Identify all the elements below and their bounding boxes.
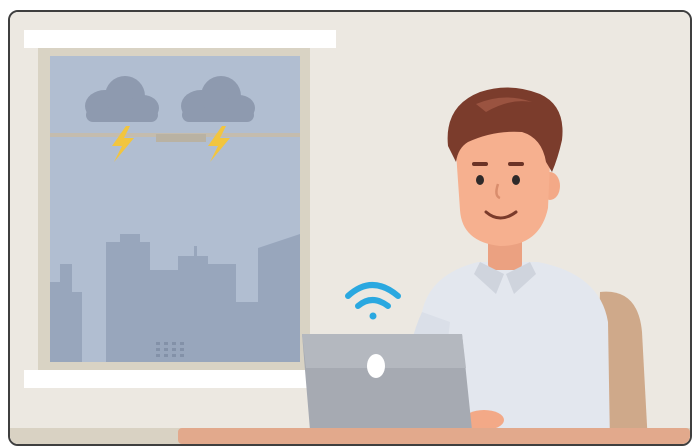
laptop <box>302 334 472 430</box>
remote-work-scene <box>10 12 690 444</box>
window-top-rail <box>24 30 336 48</box>
window <box>24 30 336 388</box>
eyebrow <box>508 162 524 166</box>
illustration-frame <box>8 10 692 446</box>
illustration <box>0 0 696 447</box>
eye <box>512 175 520 185</box>
window-latch <box>156 134 206 142</box>
eyebrow <box>472 162 488 166</box>
window-bottom-sill <box>24 370 314 388</box>
laptop-logo-icon <box>367 354 385 378</box>
eye <box>476 175 484 185</box>
desk <box>178 428 690 444</box>
